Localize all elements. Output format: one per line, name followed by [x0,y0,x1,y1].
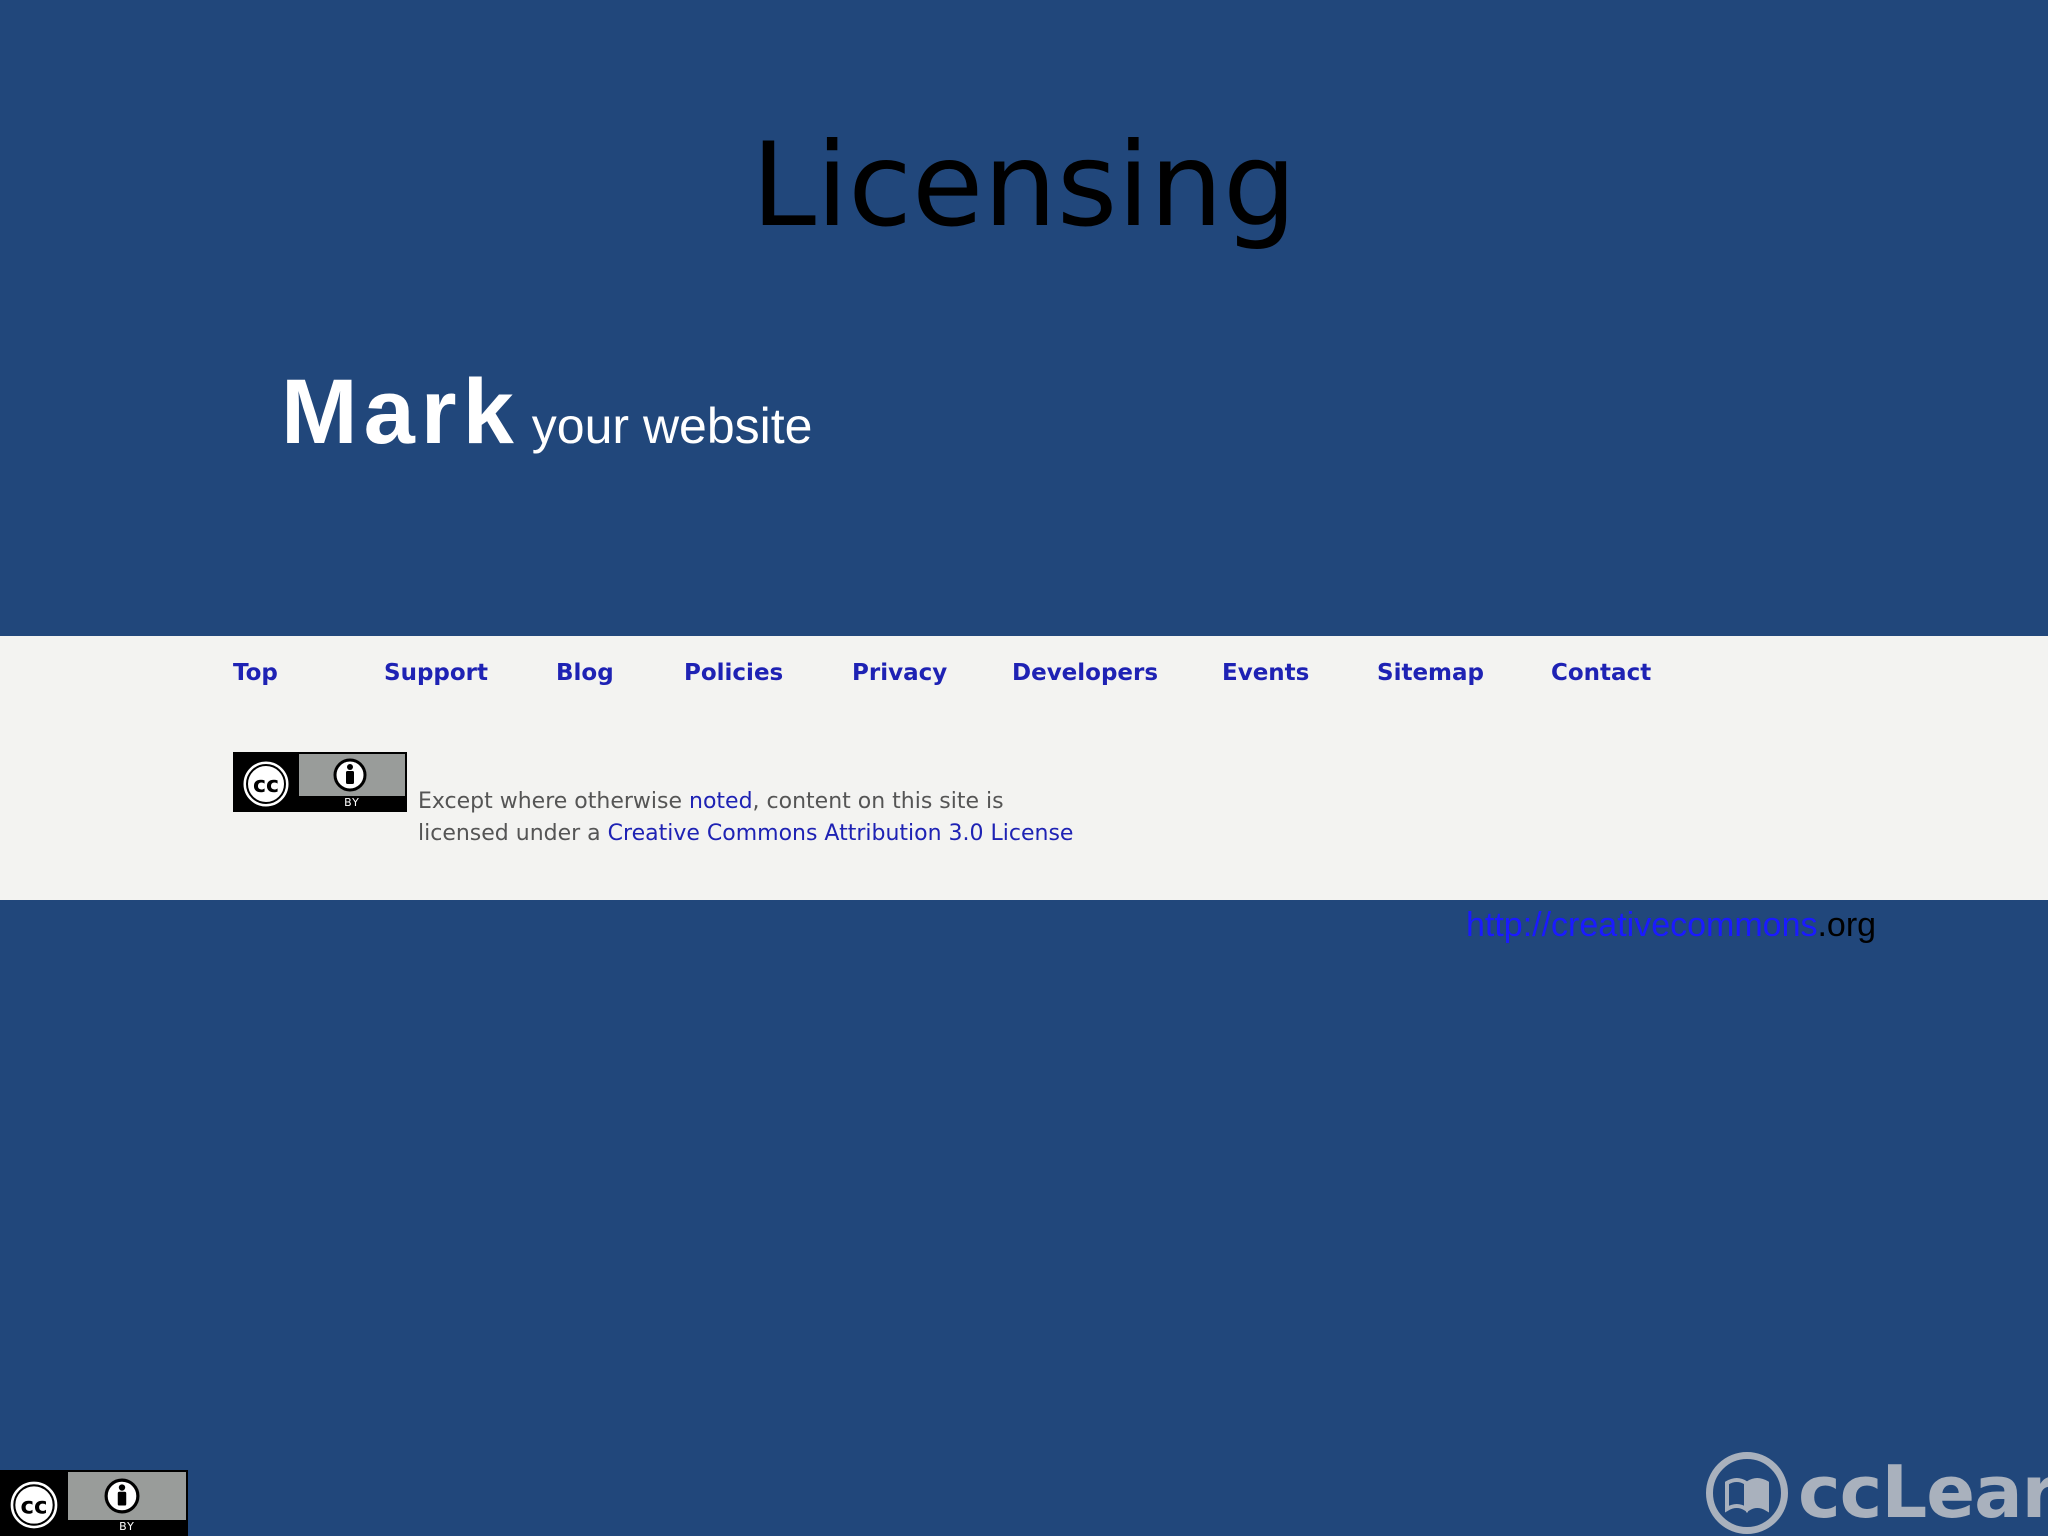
cclearn-book-icon [1706,1452,1788,1534]
svg-text:cc: cc [20,1493,47,1519]
cclearn-logo: ccLearn [1706,1448,2048,1536]
nav-link-sitemap[interactable]: Sitemap [1377,660,1484,686]
url-link-part[interactable]: http://creativecommons [1466,906,1817,944]
attribution-icon [104,1478,140,1514]
license-notice: Except where otherwise noted, content on… [233,786,1093,850]
license-prefix: Except where otherwise [418,789,690,814]
nav-link-policies[interactable]: Policies [684,660,783,686]
bottom-cc-by-badge[interactable]: cc BY [0,1470,188,1536]
nav-link-privacy[interactable]: Privacy [852,660,947,686]
subtitle-small: your website [531,398,813,454]
nav-link-blog[interactable]: Blog [556,660,614,686]
license-link[interactable]: Creative Commons Attribution 3.0 License [608,821,1074,846]
creativecommons-url[interactable]: http://creativecommons.org [1466,906,1876,945]
website-footer-screenshot: Top Support Blog Policies Privacy Develo… [0,636,2048,900]
cc-icon: cc [7,1478,61,1532]
nav-link-events[interactable]: Events [1222,660,1309,686]
nav-link-top[interactable]: Top [233,660,278,686]
slide-subtitle: Mark your website [281,360,812,465]
url-org-part: .org [1817,906,1877,944]
badge-by-label: BY [119,1520,135,1533]
noted-link[interactable]: noted [689,789,753,814]
subtitle-big: Mark [281,361,520,463]
cclearn-wordmark: ccLearn [1798,1450,2048,1534]
nav-link-developers[interactable]: Developers [1012,660,1158,686]
slide-title: Licensing [751,118,1297,253]
nav-link-contact[interactable]: Contact [1551,660,1651,686]
nav-link-support[interactable]: Support [384,660,488,686]
